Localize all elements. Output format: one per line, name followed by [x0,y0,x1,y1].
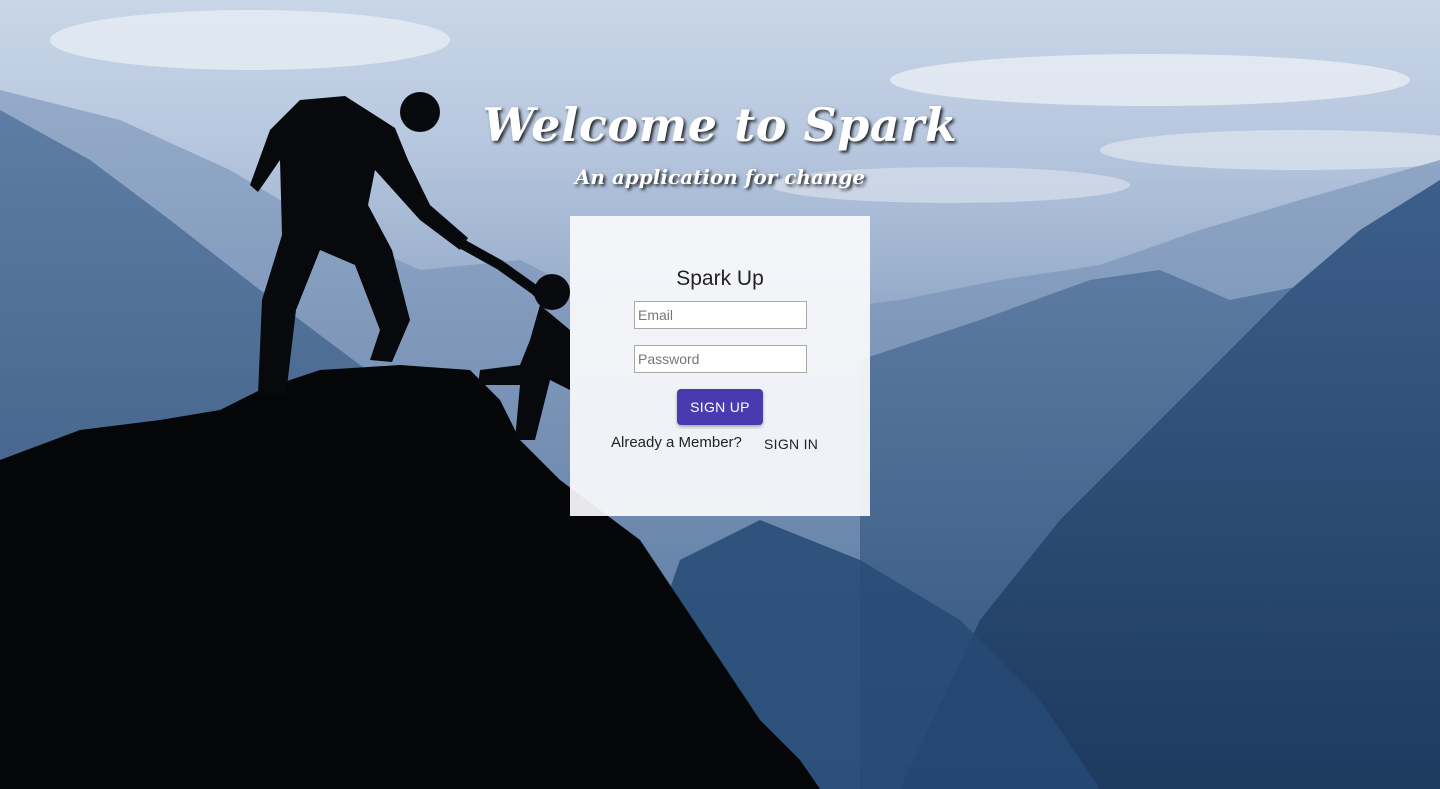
welcome-title: Welcome to Spark [482,98,958,152]
password-field[interactable] [634,345,807,373]
tagline: An application for change [574,165,866,189]
signup-page: Welcome to Spark An application for chan… [0,0,1440,789]
sign-in-link[interactable]: SIGN IN [764,436,818,452]
email-field[interactable] [634,301,807,329]
already-member-label: Already a Member? [611,434,742,451]
sign-up-button[interactable]: SIGN UP [677,389,763,425]
form-title: Spark Up [676,267,764,290]
